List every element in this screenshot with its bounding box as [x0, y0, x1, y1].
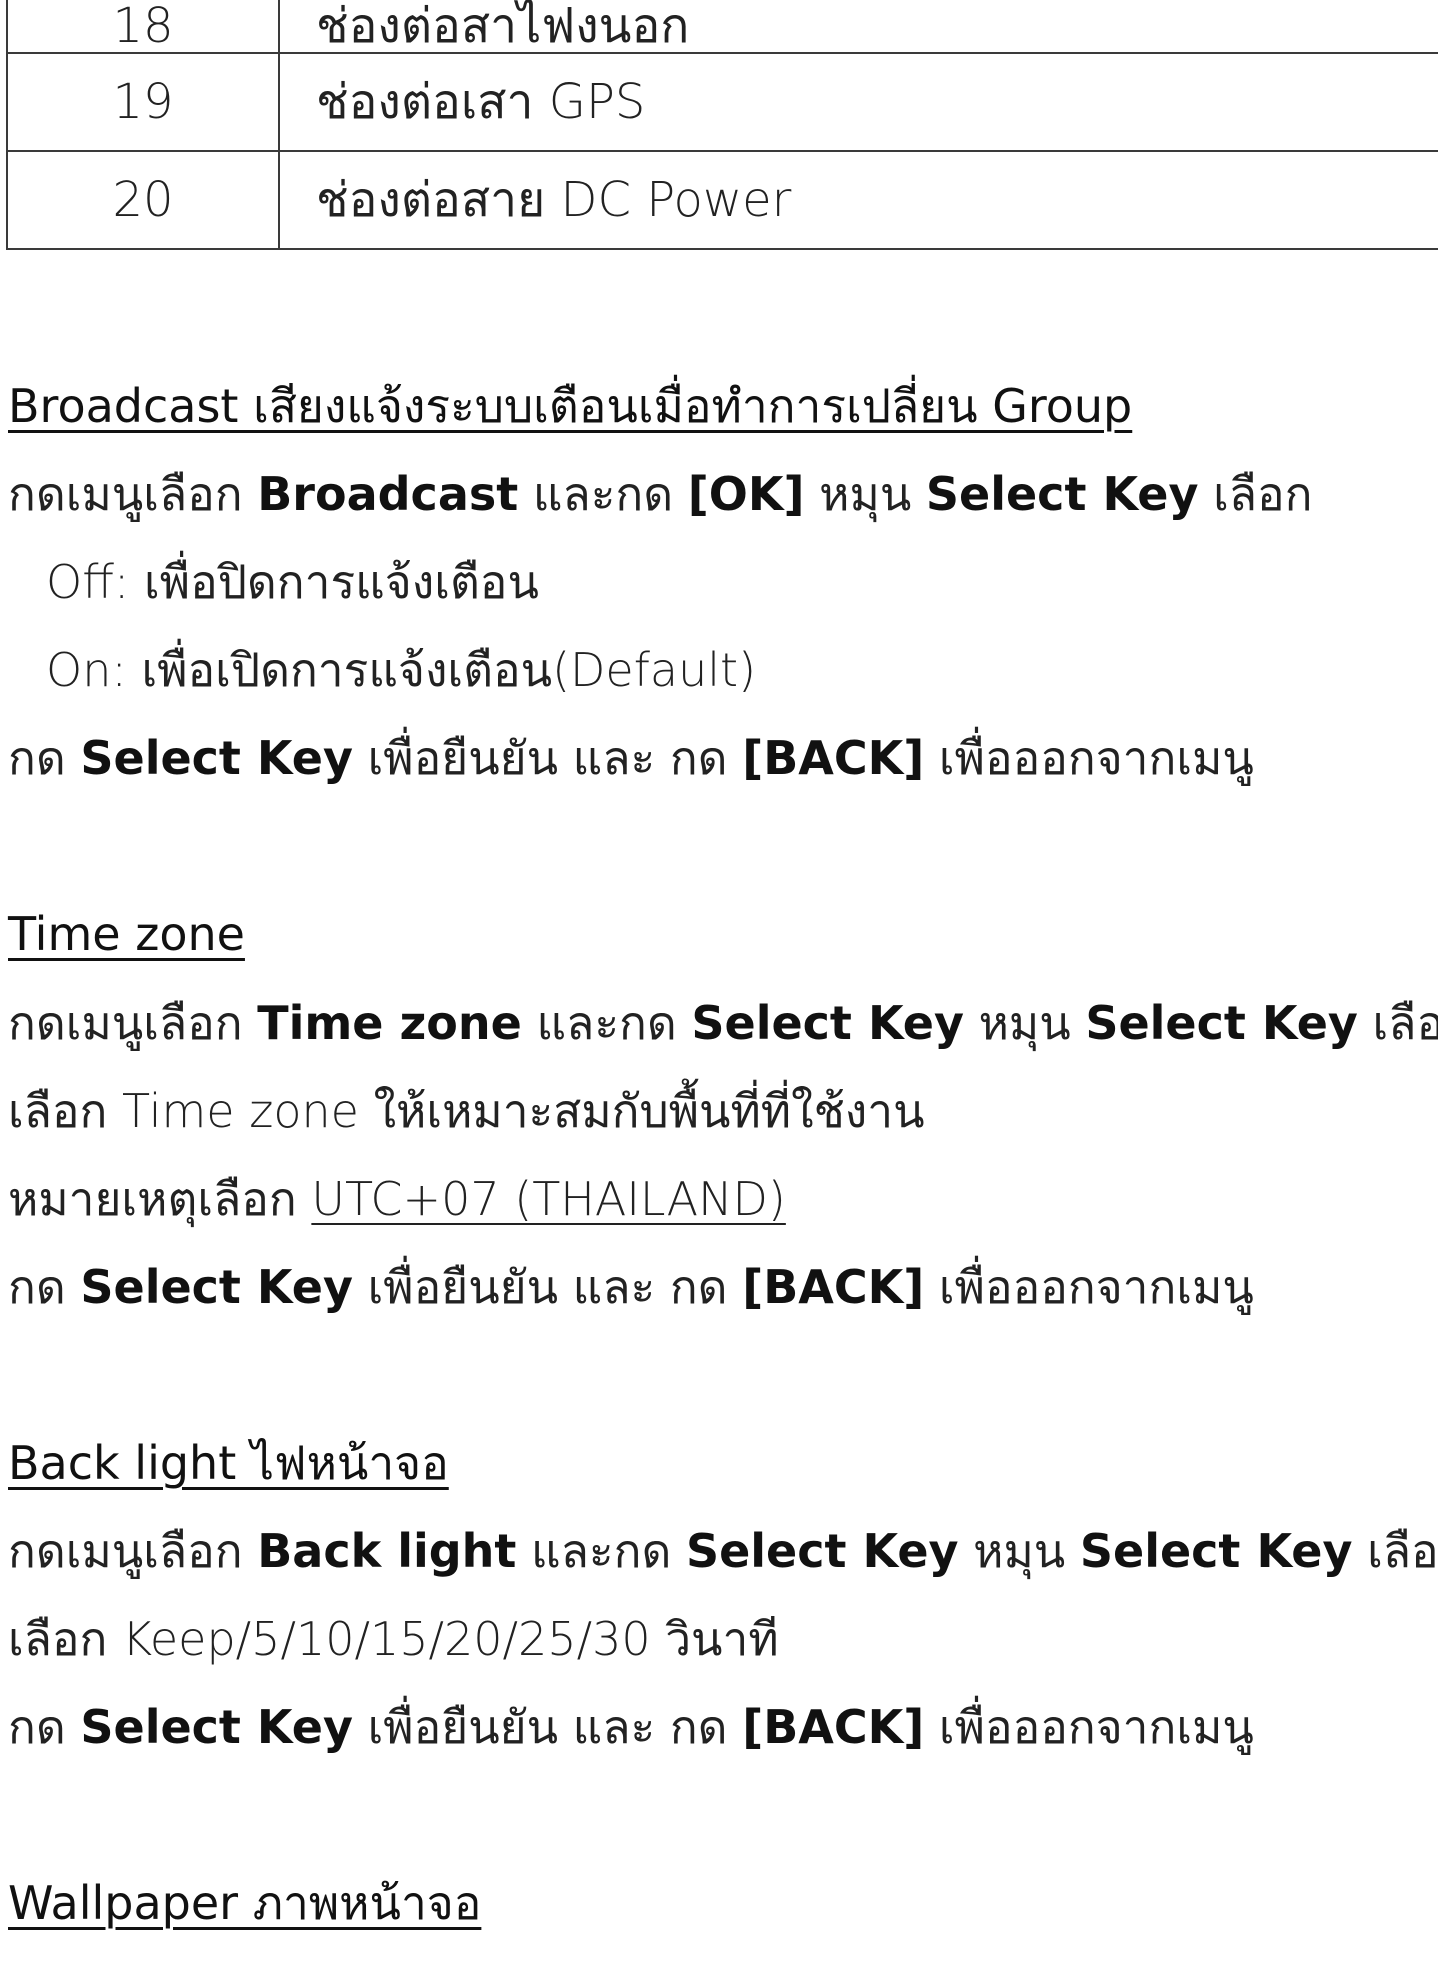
table-row: 19 ช่องต่อเสา GPS [7, 52, 1438, 151]
row-number: 18 [7, 0, 280, 53]
table-row: 20 ช่องต่อสาย DC Power [7, 150, 1438, 249]
backlight-confirm: กด Select Key เพื่อยืนยัน และ กด [BACK] … [8, 1700, 1254, 1754]
broadcast-option-off: Off: เพื่อปิดการแจ้งเตือน [46, 555, 539, 609]
row-description: ช่องต่อสาไฟงนอก [316, 0, 690, 54]
timezone-recommended-value: UTC+07 (THAILAND) [311, 1172, 786, 1226]
timezone-heading: Time zone [8, 907, 245, 961]
backlight-duration-options: เลือก Keep/5/10/15/20/25/30 วินาที [8, 1612, 779, 1666]
connector-table: 18 ช่องต่อสาไฟงนอก 19 ช่องต่อเสา GPS 20 … [6, 0, 1438, 250]
timezone-instruction: กดเมนูเลือก Time zone และกด Select Key ห… [8, 996, 1438, 1050]
broadcast-confirm: กด Select Key เพื่อยืนยัน และ กด [BACK] … [8, 731, 1254, 785]
document-page: 18 ช่องต่อสาไฟงนอก 19 ช่องต่อเสา GPS 20 … [0, 0, 1438, 1961]
row-description: ช่องต่อสาย DC Power [279, 150, 1438, 249]
backlight-instruction: กดเมนูเลือก Back light และกด Select Key … [8, 1524, 1438, 1578]
table-row: 18 ช่องต่อสาไฟงนอก [7, 0, 1438, 53]
broadcast-option-on: On: เพื่อเปิดการแจ้งเตือน(Default) [46, 643, 757, 697]
timezone-select-hint: เลือก Time zone ให้เหมาะสมกับพื้นที่ที่ใ… [8, 1084, 925, 1138]
broadcast-heading: Broadcast เสียงแจ้งระบบเตือนเมื่อทำการเป… [8, 379, 1133, 433]
row-number: 20 [7, 150, 280, 249]
timezone-confirm: กด Select Key เพื่อยืนยัน และ กด [BACK] … [8, 1260, 1254, 1314]
row-description: ช่องต่อเสา GPS [279, 52, 1438, 151]
timezone-note: หมายเหตุเลือก UTC+07 (THAILAND) [8, 1172, 786, 1226]
row-number: 19 [7, 52, 280, 151]
backlight-heading: Back light ไฟหน้าจอ [8, 1436, 449, 1490]
broadcast-instruction: กดเมนูเลือก Broadcast และกด [OK] หมุน Se… [8, 467, 1313, 521]
wallpaper-heading: Wallpaper ภาพหน้าจอ [8, 1876, 482, 1930]
